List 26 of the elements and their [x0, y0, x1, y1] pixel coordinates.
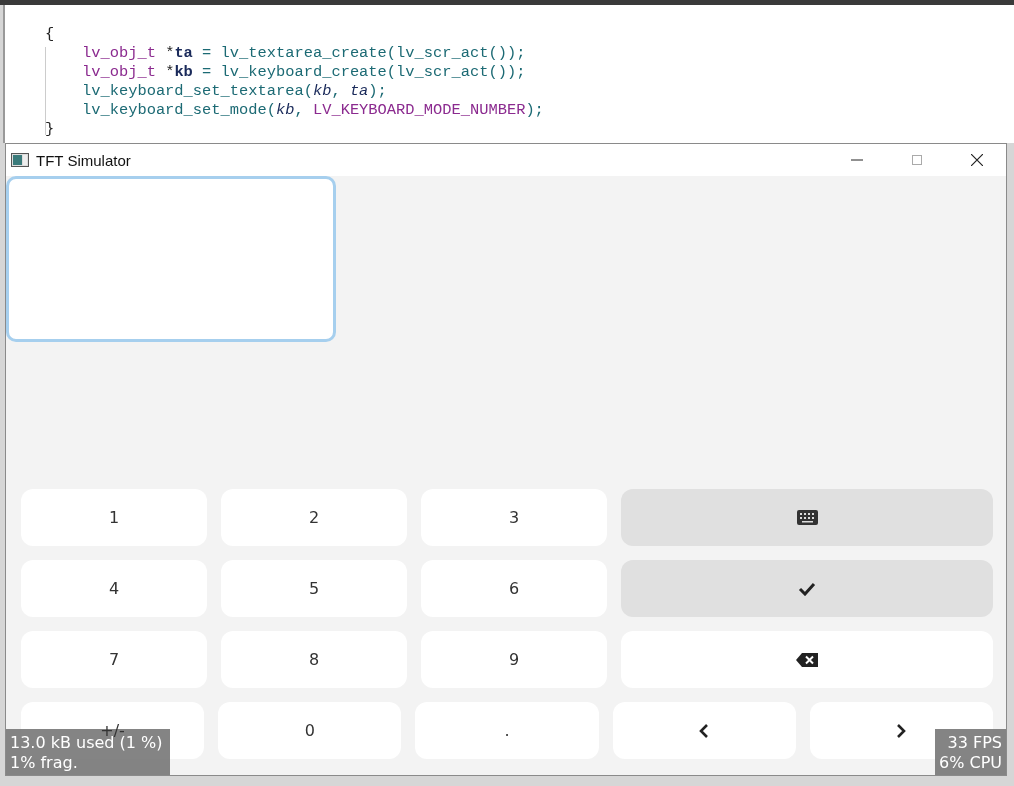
function-call: lv_textarea_create(lv_scr_act());	[220, 44, 526, 62]
function-call: ,	[294, 101, 305, 119]
function-call: );	[368, 82, 387, 100]
code-punctuation: {	[45, 25, 55, 43]
performance-stat: 6% CPU	[939, 753, 1002, 773]
type-name: lv_obj_t	[81, 63, 156, 81]
window-title: TFT Simulator	[36, 151, 131, 169]
macro-name: LV_KEYBOARD_MODE_NUMBER	[312, 101, 526, 119]
code-operator: =	[201, 63, 213, 81]
code-punctuation: *	[164, 63, 175, 81]
code-operator: =	[201, 44, 213, 62]
parameter-name: kb	[312, 82, 332, 100]
memory-stat: 1% frag.	[10, 753, 79, 773]
code-punctuation: *	[164, 44, 175, 62]
performance-stat: 33 FPS	[947, 733, 1002, 753]
function-call: lv_keyboard_set_textarea(	[81, 82, 313, 100]
parameter-name: kb	[275, 101, 295, 119]
parameter-name: ta	[349, 82, 369, 100]
code-punctuation: }	[45, 120, 55, 138]
function-call: lv_keyboard_create(lv_scr_act());	[220, 63, 526, 81]
variable-name: ta	[174, 44, 193, 62]
function-call: );	[525, 101, 544, 119]
variable-name: kb	[174, 63, 193, 81]
type-name: lv_obj_t	[81, 44, 156, 62]
function-call: ,	[331, 82, 342, 100]
function-call: lv_keyboard_set_mode(	[81, 101, 276, 119]
